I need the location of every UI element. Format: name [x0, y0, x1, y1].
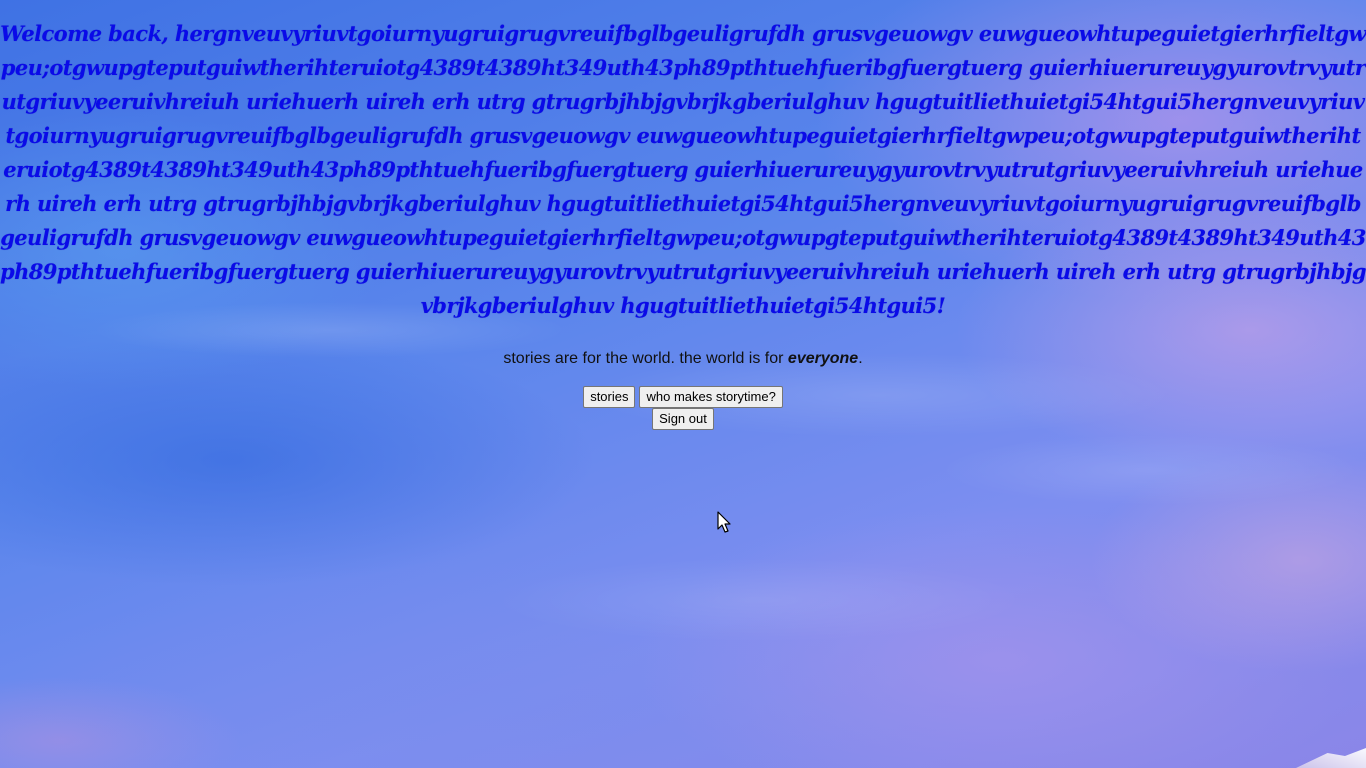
welcome-prefix: Welcome back,: [0, 21, 175, 46]
nav-row-primary: stories who makes storytime?: [0, 386, 1366, 408]
nav-buttons: stories who makes storytime? Sign out: [0, 386, 1366, 430]
mouse-pointer-icon: [717, 511, 731, 533]
tagline-emphasis: everyone: [787, 350, 859, 367]
sign-out-button[interactable]: Sign out: [652, 408, 714, 430]
tagline-end: .: [858, 350, 863, 367]
welcome-suffix: !: [936, 293, 946, 318]
welcome-heading: Welcome back, hergnveuvyriuvtgoiurnyugru…: [0, 17, 1366, 323]
welcome-username: hergnveuvyriuvtgoiurnyugruigrugvreuifbgl…: [0, 21, 1366, 318]
stories-button[interactable]: stories: [583, 386, 636, 408]
main-content: Welcome back, hergnveuvyriuvtgoiurnyugru…: [0, 0, 1366, 430]
nav-row-secondary: Sign out: [0, 408, 1366, 430]
tagline: stories are for the world. the world is …: [0, 349, 1366, 369]
tagline-text: stories are for the world. the world is …: [503, 350, 788, 367]
who-makes-storytime-button[interactable]: who makes storytime?: [639, 386, 783, 408]
